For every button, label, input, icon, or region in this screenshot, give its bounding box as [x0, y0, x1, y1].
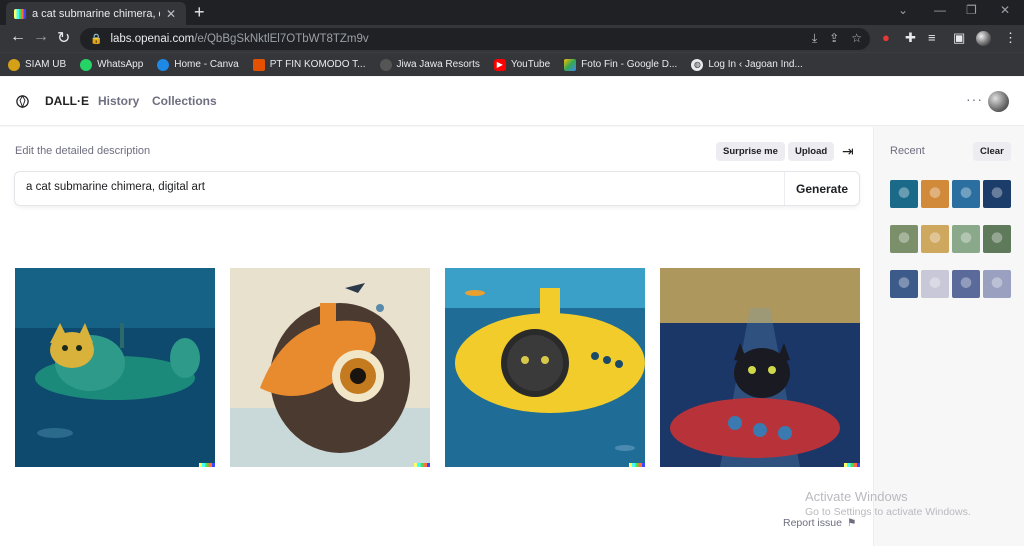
star-icon[interactable]: ☆	[851, 31, 862, 46]
bookmark-icon	[252, 58, 265, 71]
lock-icon: 🔒	[90, 33, 103, 45]
close-icon[interactable]: ✕	[166, 7, 176, 21]
minimize-icon[interactable]: —	[934, 3, 946, 17]
bookmark-pt-fin[interactable]: PT FIN KOMODO T...	[252, 58, 366, 71]
puzzle-icon[interactable]: ✚	[905, 30, 916, 46]
result-image-2[interactable]	[230, 268, 430, 467]
recent-thumbnail[interactable]	[921, 225, 949, 253]
recent-thumbnail[interactable]	[921, 180, 949, 208]
description-label: Edit the detailed description	[15, 145, 151, 157]
watermark-icon	[629, 463, 645, 467]
watermark-icon	[414, 463, 430, 467]
surprise-me-button[interactable]: Surprise me	[716, 142, 785, 161]
globe-icon: ◍	[691, 58, 704, 71]
browser-tab[interactable]: a cat submarine chimera, digital a ✕	[6, 2, 186, 25]
collapse-sidebar-icon[interactable]: ⇥	[842, 143, 854, 160]
chevron-down-icon[interactable]: ⌄	[898, 3, 908, 17]
bookmark-canva[interactable]: Home - Canva	[157, 58, 239, 71]
prompt-bar: Generate	[15, 172, 859, 205]
reload-icon[interactable]: ↻	[57, 28, 70, 48]
bookmark-icon	[8, 58, 20, 71]
nav-history[interactable]: History	[98, 94, 139, 108]
recent-label: Recent	[890, 145, 925, 157]
bookmark-whatsapp[interactable]: WhatsApp	[80, 58, 143, 71]
upload-button[interactable]: Upload	[788, 142, 835, 161]
browser-toolbar: ← → ↻ 🔒 labs.openai.com/e/QbBgSkNktlEl7O…	[0, 25, 1024, 52]
canva-icon	[157, 58, 170, 71]
openai-logo-icon[interactable]	[15, 94, 30, 109]
sidepanel-icon[interactable]: ▣	[953, 30, 965, 46]
bookmark-jagoan[interactable]: ◍ Log In ‹ Jagoan Ind...	[691, 58, 803, 71]
youtube-icon: ▶	[493, 58, 506, 71]
brand-title[interactable]: DALL·E	[45, 94, 89, 108]
recent-thumbnail[interactable]	[983, 225, 1011, 253]
recent-thumbnail[interactable]	[890, 225, 918, 253]
back-icon[interactable]: ←	[10, 28, 26, 46]
menu-icon[interactable]: ⋮	[1004, 30, 1017, 46]
extension-icon[interactable]: ●	[882, 30, 890, 45]
result-image-3[interactable]	[445, 268, 645, 467]
recent-thumbnail[interactable]	[921, 270, 949, 298]
restore-icon[interactable]: ❐	[966, 3, 977, 17]
report-issue-link[interactable]: Report issue ⚑	[783, 517, 856, 529]
recent-thumbnail[interactable]	[952, 225, 980, 253]
bookmark-google-drive[interactable]: Foto Fin - Google D...	[564, 58, 677, 71]
watermark-icon	[199, 463, 215, 467]
media-icon[interactable]: ≡	[928, 30, 936, 45]
bookmark-youtube[interactable]: ▶ YouTube	[493, 58, 550, 71]
recent-thumbnail[interactable]	[983, 270, 1011, 298]
bookmarks-bar: SIAM UB WhatsApp Home - Canva PT FIN KOM…	[0, 52, 1024, 76]
new-tab-button[interactable]: +	[194, 2, 205, 22]
dalle-favicon-icon	[14, 8, 26, 19]
main-content: Edit the detailed description Surprise m…	[0, 127, 873, 546]
recent-thumbnail[interactable]	[952, 180, 980, 208]
url-text: labs.openai.com/e/QbBgSkNktlEl7OTbWT8TZm…	[110, 33, 369, 45]
nav-collections[interactable]: Collections	[152, 94, 217, 108]
avatar[interactable]	[988, 91, 1009, 112]
generate-button[interactable]: Generate	[784, 172, 859, 205]
bookmark-jiwa-jawa[interactable]: Jiwa Jawa Resorts	[379, 58, 480, 71]
bookmark-siam-ub[interactable]: SIAM UB	[8, 58, 66, 71]
recent-thumbnail[interactable]	[983, 180, 1011, 208]
more-options-icon[interactable]: ···	[966, 91, 983, 107]
result-image-1[interactable]	[15, 268, 215, 467]
tab-title: a cat submarine chimera, digital a	[32, 7, 160, 20]
close-window-icon[interactable]: ✕	[1000, 3, 1010, 17]
drive-icon	[564, 58, 577, 71]
watermark-icon	[844, 463, 860, 467]
result-image-4[interactable]	[660, 268, 860, 467]
bookmark-icon	[379, 58, 392, 71]
browser-tabbar: a cat submarine chimera, digital a ✕ + ⌄…	[0, 0, 1024, 25]
recent-sidebar: Recent Clear	[873, 127, 1024, 546]
recent-thumbnail[interactable]	[952, 270, 980, 298]
recent-thumbnail[interactable]	[890, 180, 918, 208]
clear-button[interactable]: Clear	[973, 142, 1011, 161]
app-header: DALL·E History Collections ···	[0, 77, 1024, 126]
flag-icon: ⚑	[846, 517, 857, 529]
install-icon[interactable]: ⤓	[812, 31, 817, 46]
share-icon[interactable]: ⇪	[829, 31, 839, 46]
whatsapp-icon	[80, 58, 93, 71]
windows-activation-watermark: Activate Windows Go to Settings to activ…	[805, 489, 971, 518]
address-bar[interactable]: 🔒 labs.openai.com/e/QbBgSkNktlEl7OTbWT8T…	[80, 28, 870, 50]
forward-icon[interactable]: →	[33, 28, 49, 46]
recent-thumbnail[interactable]	[890, 270, 918, 298]
profile-avatar[interactable]	[976, 31, 991, 46]
prompt-input[interactable]	[26, 181, 766, 193]
